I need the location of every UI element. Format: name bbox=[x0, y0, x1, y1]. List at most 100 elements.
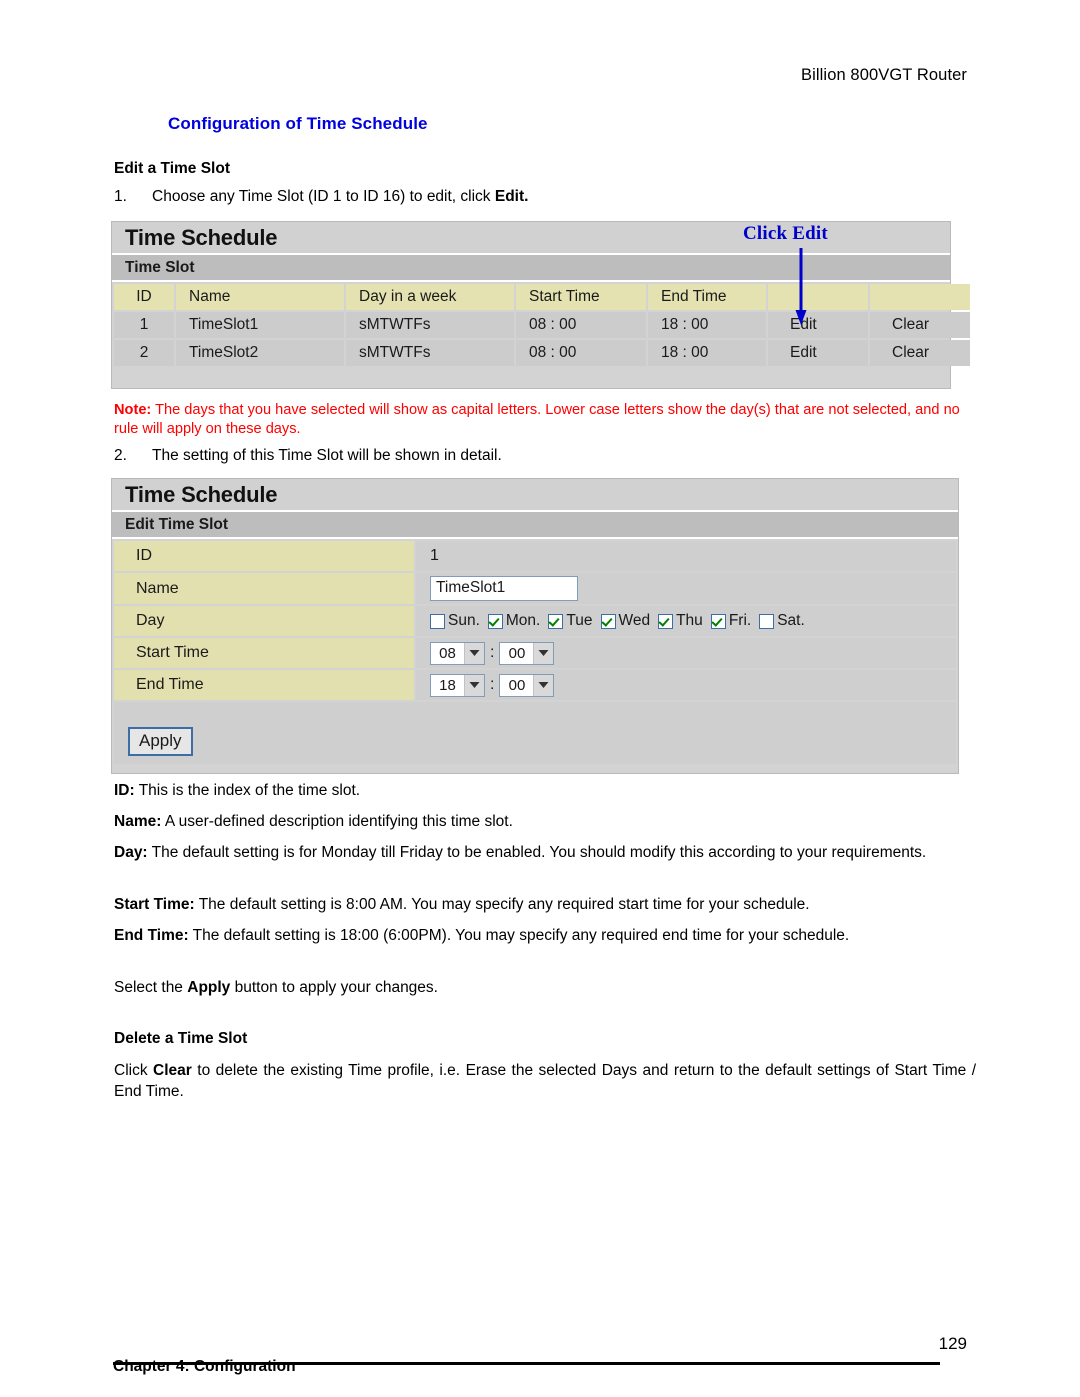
name-input[interactable]: TimeSlot1 bbox=[430, 576, 578, 601]
start-time-colon: : bbox=[490, 644, 495, 661]
cell-name: TimeSlot2 bbox=[176, 340, 344, 366]
form-row-name: Name TimeSlot1 bbox=[114, 573, 956, 604]
start-minute-value: 00 bbox=[508, 644, 526, 662]
ui-title-time-schedule-edit: Time Schedule bbox=[112, 479, 958, 512]
day-label-tue: Tue bbox=[566, 612, 593, 629]
running-header: Billion 800VGT Router bbox=[801, 66, 967, 84]
cell-starttime: 08 : 00 bbox=[516, 312, 646, 338]
description-end-text: The default setting is 18:00 (6:00PM). Y… bbox=[188, 927, 850, 944]
document-page: Billion 800VGT Router Configuration of T… bbox=[0, 0, 1080, 1397]
day-label-thu: Thu bbox=[676, 612, 703, 629]
note-text: The days that you have selected will sho… bbox=[114, 402, 960, 437]
page-number: 129 bbox=[938, 1334, 967, 1353]
checkbox-icon-sat[interactable] bbox=[759, 613, 775, 629]
form-row-actions: Apply bbox=[114, 702, 956, 764]
step-2: 2. The setting of this Time Slot will be … bbox=[114, 447, 502, 465]
start-minute-select[interactable]: 00 bbox=[499, 641, 555, 665]
chevron-down-icon[interactable] bbox=[533, 674, 554, 696]
day-checkbox-fri[interactable]: Fri. bbox=[710, 612, 752, 630]
day-checkbox-tue[interactable]: Tue bbox=[548, 612, 593, 630]
description-day-label: Day: bbox=[114, 844, 148, 861]
apply-button[interactable]: Apply bbox=[128, 726, 193, 756]
checkbox-icon-thu[interactable] bbox=[658, 613, 674, 629]
column-header-name: Name bbox=[176, 284, 344, 310]
day-checkbox-sat[interactable]: Sat. bbox=[759, 612, 805, 630]
cell-day: sMTWTFs bbox=[346, 312, 514, 338]
table-row: 1 TimeSlot1 sMTWTFs 08 : 00 18 : 00 Edit… bbox=[114, 312, 970, 338]
start-hour-value: 08 bbox=[439, 644, 456, 662]
day-label-wed: Wed bbox=[618, 612, 651, 629]
start-time-controls: 08 : 00 bbox=[430, 641, 956, 665]
column-header-clear bbox=[870, 284, 970, 310]
end-time-controls: 18 : 00 bbox=[430, 673, 956, 697]
end-time-colon: : bbox=[490, 676, 495, 693]
chevron-down-icon[interactable] bbox=[464, 642, 484, 664]
description-id: ID: This is the index of the time slot. bbox=[114, 780, 976, 801]
description-apply: Select the Apply button to apply your ch… bbox=[114, 977, 976, 998]
day-label-mon: Mon. bbox=[505, 612, 541, 629]
day-checkbox-sun[interactable]: Sun. bbox=[430, 612, 480, 630]
day-checkbox-wed[interactable]: Wed bbox=[600, 612, 651, 630]
end-minute-select[interactable]: 00 bbox=[499, 673, 555, 697]
step-1-number: 1. bbox=[114, 188, 127, 205]
description-delete-pre: Click bbox=[114, 1062, 154, 1079]
label-name: Name bbox=[114, 573, 414, 604]
day-checkbox-group: Sun. Mon. Tue Wed Thu Fri. Sat. bbox=[430, 612, 956, 630]
screenshot-time-slot-list: Time Schedule Time Slot ID Name Day in a… bbox=[111, 221, 970, 389]
table-header-row: ID Name Day in a week Start Time End Tim… bbox=[114, 284, 970, 310]
cell-id: 1 bbox=[114, 312, 174, 338]
clear-link-row-2[interactable]: Clear bbox=[870, 340, 970, 366]
description-name: Name: A user-defined description identif… bbox=[114, 811, 976, 832]
description-delete-post: to delete the existing Time profile, i.e… bbox=[114, 1062, 976, 1100]
chevron-down-icon[interactable] bbox=[533, 642, 554, 664]
checkbox-icon-fri[interactable] bbox=[710, 613, 726, 629]
heading-edit-a-time-slot: Edit a Time Slot bbox=[114, 160, 230, 177]
cell-endtime: 18 : 00 bbox=[648, 312, 766, 338]
description-delete: Click Clear to delete the existing Time … bbox=[114, 1060, 976, 1102]
description-end-label: End Time: bbox=[114, 927, 189, 944]
note-label: Note: bbox=[114, 402, 152, 418]
step-2-number: 2. bbox=[114, 447, 127, 464]
page-title: Configuration of Time Schedule bbox=[168, 114, 428, 133]
step-1: 1. Choose any Time Slot (ID 1 to ID 16) t… bbox=[114, 188, 528, 206]
form-row-start-time: Start Time 08 : 00 bbox=[114, 638, 956, 668]
ui-subtitle-time-slot: Time Slot bbox=[112, 255, 950, 282]
footer-chapter-label: Chapter 4: Configuration bbox=[113, 1358, 296, 1375]
end-hour-select[interactable]: 18 bbox=[430, 673, 485, 697]
cell-starttime: 08 : 00 bbox=[516, 340, 646, 366]
description-name-text: A user-defined description identifying t… bbox=[161, 813, 513, 830]
description-end-time: End Time: The default setting is 18:00 (… bbox=[114, 925, 976, 946]
ui-subtitle-edit-time-slot: Edit Time Slot bbox=[112, 512, 958, 539]
description-delete-bold: Clear bbox=[153, 1062, 192, 1079]
cell-id: 2 bbox=[114, 340, 174, 366]
day-label-sun: Sun. bbox=[448, 612, 480, 629]
edit-link-row-2[interactable]: Edit bbox=[768, 340, 868, 366]
cell-day: sMTWTFs bbox=[346, 340, 514, 366]
checkbox-icon-sun[interactable] bbox=[430, 613, 445, 629]
time-slot-table: ID Name Day in a week Start Time End Tim… bbox=[112, 282, 972, 368]
description-start-text: The default setting is 8:00 AM. You may … bbox=[194, 896, 810, 913]
day-checkbox-mon[interactable]: Mon. bbox=[487, 612, 541, 630]
description-apply-pre: Select the bbox=[114, 979, 188, 996]
day-label-sat: Sat. bbox=[777, 612, 805, 629]
checkbox-icon-tue[interactable] bbox=[548, 613, 564, 629]
description-name-label: Name: bbox=[114, 813, 162, 830]
end-hour-value: 18 bbox=[439, 676, 456, 694]
form-row-end-time: End Time 18 : 00 bbox=[114, 670, 956, 700]
chevron-down-icon[interactable] bbox=[464, 674, 484, 696]
description-start-label: Start Time: bbox=[114, 896, 195, 913]
checkbox-icon-mon[interactable] bbox=[487, 613, 503, 629]
start-hour-select[interactable]: 08 bbox=[430, 641, 485, 665]
column-header-id: ID bbox=[114, 284, 174, 310]
label-end-time: End Time bbox=[114, 670, 414, 700]
clear-link-row-1[interactable]: Clear bbox=[870, 312, 970, 338]
checkbox-icon-wed[interactable] bbox=[600, 613, 616, 629]
description-day: Day: The default setting is for Monday t… bbox=[114, 842, 976, 863]
description-apply-bold: Apply bbox=[187, 979, 231, 996]
day-checkbox-thu[interactable]: Thu bbox=[658, 612, 703, 630]
value-id: 1 bbox=[416, 541, 956, 571]
table-row: 2 TimeSlot2 sMTWTFs 08 : 00 18 : 00 Edit… bbox=[114, 340, 970, 366]
day-label-fri: Fri. bbox=[728, 612, 752, 629]
label-day: Day bbox=[114, 606, 414, 636]
edit-link-row-1[interactable]: Edit bbox=[768, 312, 868, 338]
